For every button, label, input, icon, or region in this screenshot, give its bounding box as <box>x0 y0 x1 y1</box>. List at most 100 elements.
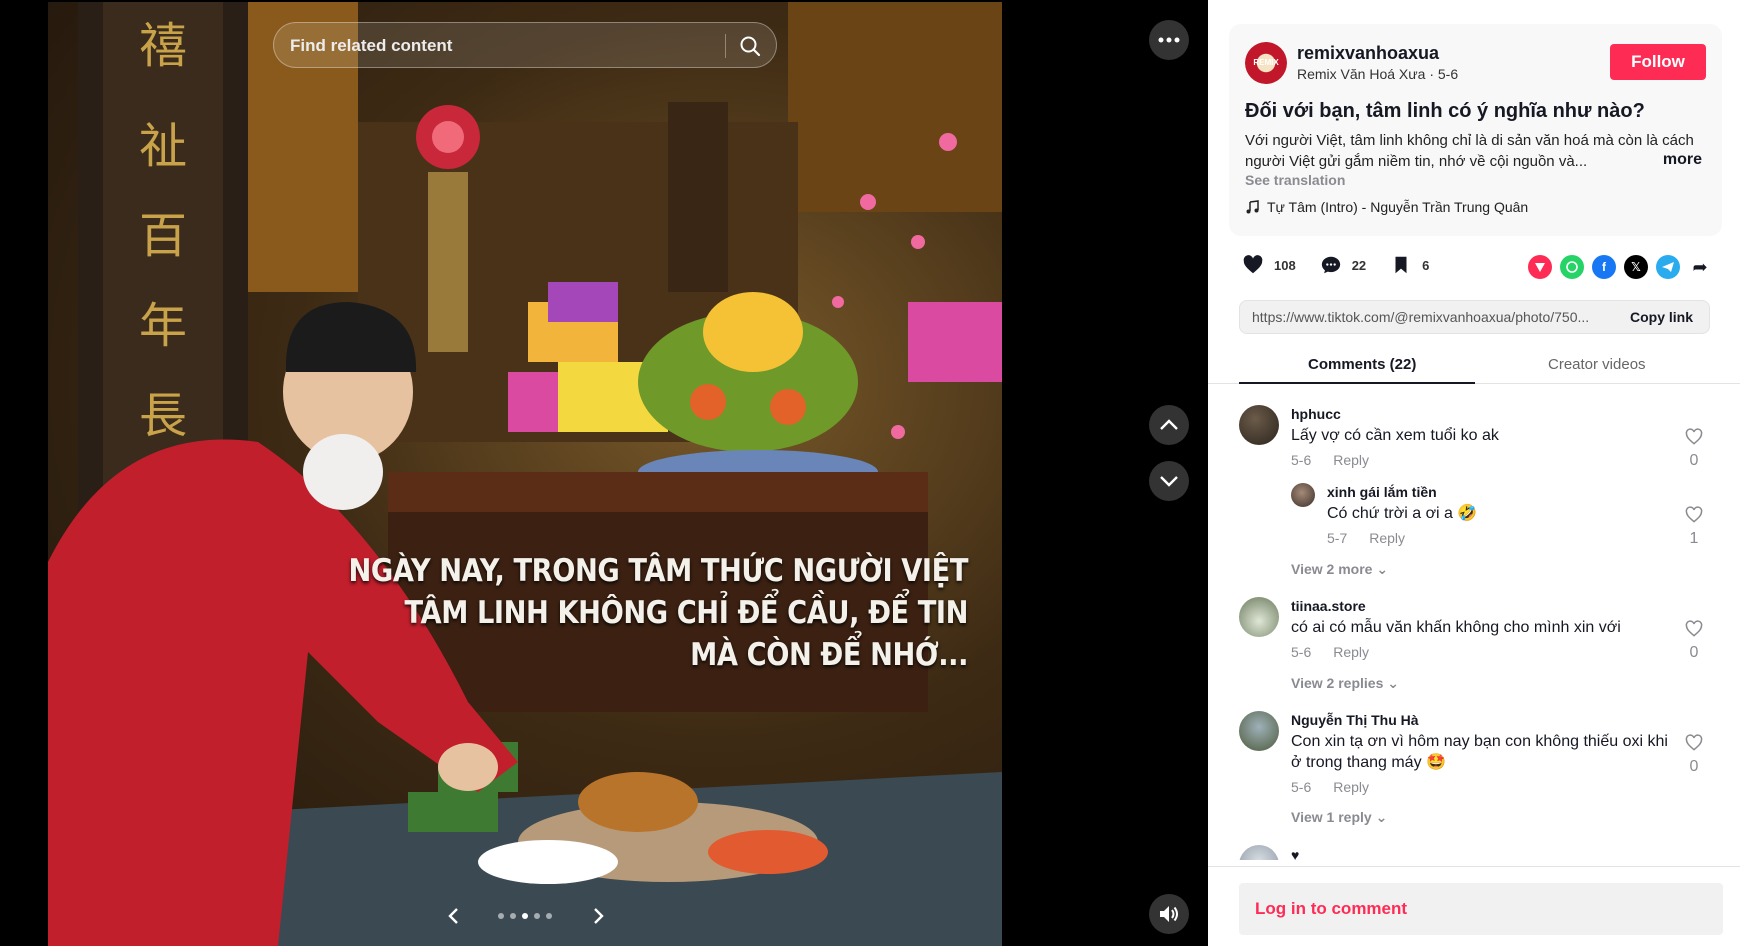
embed-icon[interactable] <box>1528 255 1552 279</box>
comment-item: Nguyễn Thị Thu Hà Con xin tạ ơn vì hôm n… <box>1239 711 1719 821</box>
carousel-next-button[interactable] <box>586 904 610 928</box>
facebook-icon[interactable]: f <box>1592 255 1616 279</box>
search-input[interactable]: Find related content <box>290 36 452 56</box>
svg-text:禧: 禧 <box>139 18 187 74</box>
author-username[interactable]: remixvanhoaxua <box>1297 43 1439 64</box>
commenter-avatar[interactable] <box>1239 711 1279 751</box>
reply-button[interactable]: Reply <box>1333 452 1369 468</box>
commenter-name[interactable]: tiinaa.store <box>1291 597 1671 615</box>
see-translation-link[interactable]: See translation <box>1245 172 1345 188</box>
reply-button[interactable]: Reply <box>1333 644 1369 660</box>
carousel-dot[interactable] <box>522 913 528 919</box>
next-post-button[interactable] <box>1149 461 1189 501</box>
comment-count: 22 <box>1351 257 1367 273</box>
chevron-down-icon: ⌄ <box>1387 675 1399 691</box>
comment-like-button[interactable]: 0 <box>1683 619 1705 662</box>
tab-creator-videos[interactable]: Creator videos <box>1548 356 1646 373</box>
reply-button[interactable]: Reply <box>1369 530 1405 546</box>
svg-text:年: 年 <box>139 298 187 354</box>
photo-caption: NGÀY NAY, TRONG TÂM THỨC NGƯỜI VIỆT TÂM … <box>348 550 968 676</box>
chevron-down-icon <box>1160 476 1178 487</box>
author-avatar[interactable]: REMIX <box>1245 42 1287 84</box>
share-arrow-icon[interactable]: ➦ <box>1688 255 1712 279</box>
view-more-replies-button[interactable]: View 1 reply ⌄ <box>1291 809 1387 826</box>
copy-link-button[interactable]: Copy link <box>1630 309 1693 325</box>
view-more-label: View 2 more <box>1291 561 1373 577</box>
view-more-replies-button[interactable]: View 2 more ⌄ <box>1291 561 1388 578</box>
ellipsis-icon <box>1158 37 1180 43</box>
carousel-prev-button[interactable] <box>442 904 466 928</box>
commenter-avatar[interactable] <box>1239 405 1279 445</box>
comment-date: 5-6 <box>1291 452 1312 468</box>
reply-button[interactable]: Reply <box>1333 779 1369 795</box>
altar-illustration: 禧 祉 百 年 長 <box>48 2 1002 946</box>
svg-text:百: 百 <box>139 208 187 264</box>
commenter-avatar[interactable] <box>1239 597 1279 637</box>
reply-item: xinh gái lắm tiền Có chứ trời a ơi a 🤣 5… <box>1291 483 1719 553</box>
comment-item: ♥ <box>1239 845 1719 860</box>
commenter-avatar[interactable] <box>1239 845 1279 860</box>
caption-line: TÂM LINH KHÔNG CHỈ ĐỂ CẦU, ĐỂ TIN <box>404 595 968 631</box>
search-icon[interactable] <box>738 34 762 58</box>
tab-comments[interactable]: Comments (22) <box>1308 356 1416 373</box>
follow-button[interactable]: Follow <box>1610 44 1706 80</box>
media-stage: 禧 祉 百 年 長 NGÀY NAY, TRONG TÂM THỨC NGƯỜI… <box>0 0 1208 946</box>
comment-body: ♥ <box>1291 845 1671 860</box>
view-more-label: View 1 reply <box>1291 809 1372 825</box>
carousel-dot[interactable] <box>534 913 540 919</box>
carousel-dot[interactable] <box>498 913 504 919</box>
more-options-button[interactable] <box>1149 20 1189 60</box>
comment-like-button[interactable]: 0 <box>1683 733 1705 776</box>
carousel-dot[interactable] <box>510 913 516 919</box>
svg-text:祉: 祉 <box>139 118 187 174</box>
chevron-up-icon <box>1160 419 1178 430</box>
music-link[interactable]: Tự Tâm (Intro) - Nguyễn Trần Trung Quân <box>1245 199 1528 215</box>
save-button[interactable]: 6 <box>1390 254 1429 276</box>
search-bar[interactable]: Find related content <box>273 22 777 68</box>
comment-body: tiinaa.store có ai có mẫu văn khấn không… <box>1291 597 1671 660</box>
share-link-box: https://www.tiktok.com/@remixvanhoaxua/p… <box>1239 300 1710 334</box>
author-subline: Remix Văn Hoá Xưa · 5-6 <box>1297 66 1459 82</box>
telegram-icon[interactable] <box>1656 255 1680 279</box>
caption-line: NGÀY NAY, TRONG TÂM THỨC NGƯỜI VIỆT <box>348 553 968 589</box>
login-to-comment-button[interactable]: Log in to comment <box>1239 883 1723 935</box>
heart-outline-icon <box>1685 506 1703 523</box>
carousel-dot[interactable] <box>546 913 552 919</box>
comment-button[interactable]: 22 <box>1320 254 1366 276</box>
share-row: f 𝕏 ➦ <box>1528 255 1712 279</box>
previous-post-button[interactable] <box>1149 405 1189 445</box>
replier-avatar[interactable] <box>1291 483 1315 507</box>
comment-text: Lấy vợ có cần xem tuổi ko ak <box>1291 427 1499 444</box>
volume-button[interactable] <box>1149 894 1189 934</box>
heart-icon <box>1243 255 1263 274</box>
comment-date: 5-6 <box>1291 644 1312 660</box>
reply-body: xinh gái lắm tiền Có chứ trời a ơi a 🤣 5… <box>1327 483 1707 546</box>
svg-text:長: 長 <box>139 388 187 444</box>
comment-footer: Log in to comment <box>1208 866 1740 946</box>
description-more-link[interactable]: more <box>1656 151 1702 169</box>
whatsapp-icon[interactable] <box>1560 255 1584 279</box>
post-info-card: REMIX remixvanhoaxua Remix Văn Hoá Xưa ·… <box>1229 24 1722 236</box>
like-button[interactable]: 108 <box>1242 254 1296 276</box>
like-count: 108 <box>1274 257 1296 273</box>
replier-name[interactable]: xinh gái lắm tiền <box>1327 483 1707 501</box>
speaker-icon <box>1160 906 1178 922</box>
reply-date: 5-7 <box>1327 530 1348 546</box>
reply-like-count: 1 <box>1689 530 1699 547</box>
comment-list: hphucc Lấy vợ có cần xem tuổi ko ak 5-6 R… <box>1208 385 1740 860</box>
comment-like-button[interactable]: 0 <box>1683 427 1705 470</box>
post-description: Với người Việt, tâm linh không chỉ là di… <box>1245 132 1694 170</box>
x-icon[interactable]: 𝕏 <box>1624 255 1648 279</box>
commenter-name[interactable]: Nguyễn Thị Thu Hà <box>1291 711 1671 729</box>
details-panel: REMIX remixvanhoaxua Remix Văn Hoá Xưa ·… <box>1208 0 1740 946</box>
caption-line: MÀ CÒN ĐỂ NHỚ... <box>690 637 968 673</box>
active-tab-indicator <box>1239 382 1475 384</box>
share-link-url[interactable]: https://www.tiktok.com/@remixvanhoaxua/p… <box>1252 309 1612 325</box>
comment-text: ♥ <box>1291 847 1300 860</box>
commenter-name[interactable]: hphucc <box>1291 405 1671 423</box>
comment-item: tiinaa.store có ai có mẫu văn khấn không… <box>1239 597 1719 687</box>
post-photo[interactable]: 禧 祉 百 年 長 NGÀY NAY, TRONG TÂM THỨC NGƯỜI… <box>48 2 1002 946</box>
view-more-replies-button[interactable]: View 2 replies ⌄ <box>1291 675 1399 692</box>
reply-like-button[interactable]: 1 <box>1683 505 1705 548</box>
chevron-down-icon: ⌄ <box>1376 561 1389 577</box>
